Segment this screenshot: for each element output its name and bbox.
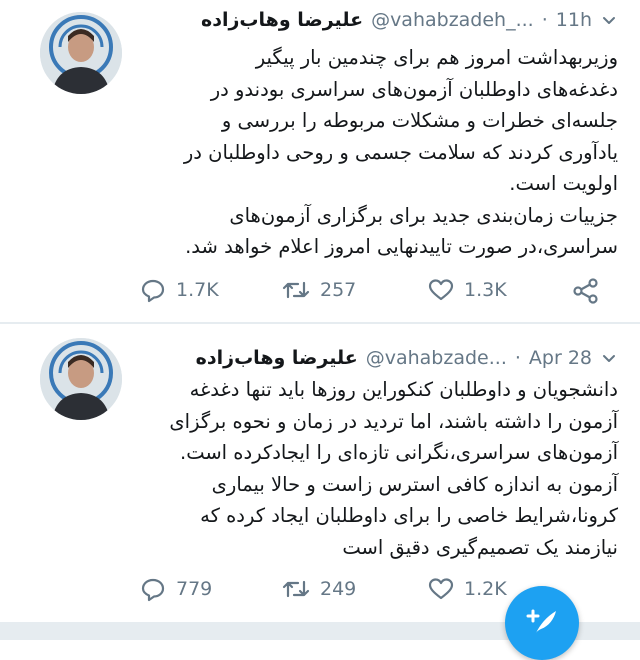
share-button[interactable] (572, 277, 600, 305)
tweet-text-line: اولویت است. (509, 172, 618, 195)
retweet-icon (282, 277, 310, 303)
tweet-time[interactable]: Apr 28 (529, 347, 592, 369)
tweet-text: دانشجویان و داوطلبان کنکوراین روزها باید… (158, 374, 618, 563)
like-button[interactable]: 1.3K (428, 277, 507, 303)
retweet-button[interactable]: 257 (282, 277, 356, 303)
author-name[interactable]: علیرضا وهاب‌زاده (201, 9, 363, 31)
reply-icon (140, 576, 166, 602)
author-handle[interactable]: @vahabzade... (366, 347, 507, 369)
tweet-text-line: آزمون‌های سراسری،نگرانی تازه‌ای را ایجاد… (180, 441, 618, 464)
tweet-text-line: دانشجویان و داوطلبان کنکوراین روزها باید… (189, 378, 618, 401)
like-icon (428, 576, 454, 602)
like-count: 1.2K (464, 578, 507, 600)
tweet-header: علیرضا وهاب‌زاده @vahabzadeh_... · 11h (201, 6, 618, 34)
avatar[interactable] (40, 12, 122, 94)
tweet-text-line: سراسری،در صورت تاییدنهایی امروز اعلام خو… (185, 235, 618, 258)
reply-icon (140, 277, 166, 303)
retweet-count: 257 (320, 279, 357, 301)
tweet-header: علیرضا وهاب‌زاده @vahabzade... · Apr 28 (196, 344, 618, 372)
reply-count: 779 (176, 578, 213, 600)
reply-count: 1.7K (176, 279, 219, 301)
like-button[interactable]: 1.2K (428, 576, 507, 602)
tweet-text-line: یادآوری کردند که سلامت جسمی و روحی داوطل… (183, 140, 618, 164)
compose-tweet-icon (522, 601, 562, 645)
chevron-down-icon[interactable] (600, 349, 618, 367)
tweet-text-line: کرونا،شرایط خاصی را برای داوطلبان ایجاد … (200, 504, 618, 527)
author-name[interactable]: علیرضا وهاب‌زاده (196, 347, 358, 369)
chevron-down-icon[interactable] (600, 11, 618, 29)
reply-button[interactable]: 779 (140, 576, 212, 602)
like-icon (428, 277, 454, 303)
tweet-text-line: آزمون را داشته باشند، اما تردید در زمان … (169, 409, 618, 433)
compose-tweet-button[interactable] (505, 586, 579, 660)
share-icon (572, 277, 600, 305)
tweet-text-line: وزیربهداشت امروز هم برای چندمین بار پیگی… (255, 46, 618, 69)
tweet-text-line: جلسه‌ای خطرات و مشکلات مربوطه را بررسی و (221, 109, 618, 132)
separator-dot: · (514, 347, 521, 369)
author-handle[interactable]: @vahabzadeh_... (371, 9, 534, 31)
tweet-time[interactable]: 11h (556, 9, 592, 31)
tweet[interactable]: علیرضا وهاب‌زاده @vahabzadeh_... · 11h و… (0, 0, 640, 322)
reply-button[interactable]: 1.7K (140, 277, 219, 303)
tweet-text-line: نیازمند یک تصمیم‌گیری دقیق است (342, 535, 618, 559)
like-count: 1.3K (464, 279, 507, 301)
separator-dot: · (541, 9, 548, 31)
retweet-icon (282, 576, 310, 602)
tweet-text-line: دغدغه‌های داوطلبان آزمون‌های سراسری بودن… (210, 77, 618, 101)
avatar[interactable] (40, 338, 122, 420)
tweet-text: وزیربهداشت امروز هم برای چندمین بار پیگی… (158, 42, 618, 263)
tweet[interactable]: علیرضا وهاب‌زاده @vahabzade... · Apr 28 … (0, 324, 640, 616)
retweet-count: 249 (320, 578, 357, 600)
tweet-actions: 1.7K 257 1.3K (132, 277, 608, 309)
retweet-button[interactable]: 249 (282, 576, 356, 602)
tweet-text-line: جزییات زمان‌بندی جدید برای برگزاری آزمون… (229, 203, 618, 227)
tweet-text-line: آزمون به اندازه کافی استرس زاست و حالا ب… (211, 472, 618, 496)
